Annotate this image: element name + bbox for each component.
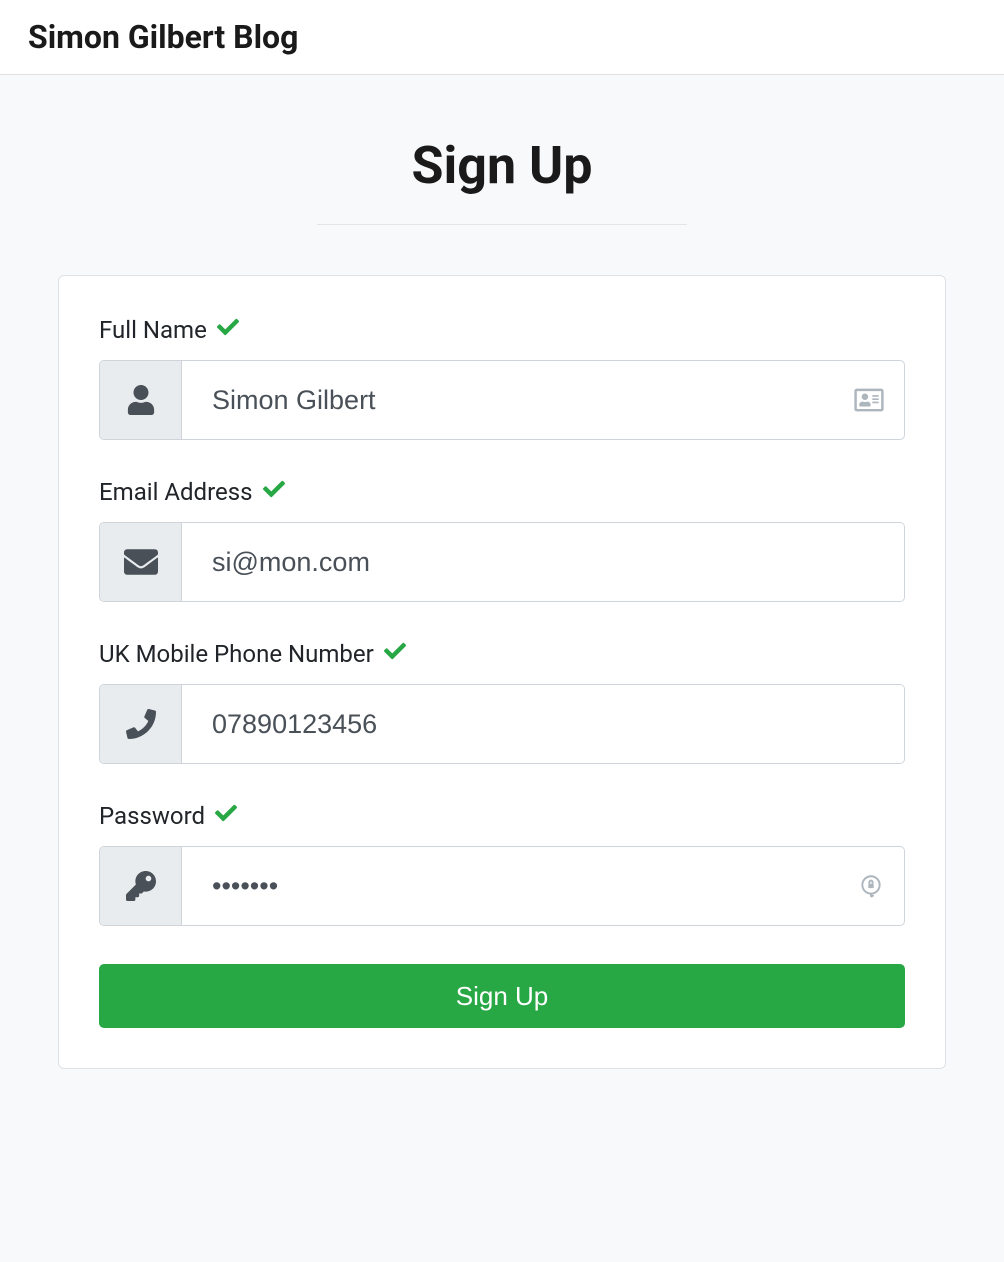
form-group-email: Email Address xyxy=(99,478,905,602)
password-input[interactable] xyxy=(182,847,858,925)
email-label-text: Email Address xyxy=(99,478,253,506)
envelope-icon xyxy=(100,523,182,601)
check-icon xyxy=(215,802,237,830)
navbar-brand[interactable]: Simon Gilbert Blog xyxy=(28,18,976,56)
phone-icon xyxy=(100,685,182,763)
form-group-fullname: Full Name xyxy=(99,316,905,440)
id-card-icon xyxy=(854,361,904,439)
email-input[interactable] xyxy=(182,523,904,601)
password-input-group xyxy=(99,846,905,926)
phone-label-text: UK Mobile Phone Number xyxy=(99,640,374,668)
email-input-group xyxy=(99,522,905,602)
phone-input-group xyxy=(99,684,905,764)
user-icon xyxy=(100,361,182,439)
page-title: Sign Up xyxy=(317,135,687,225)
check-icon xyxy=(217,316,239,344)
page-header: Sign Up xyxy=(20,135,984,225)
fullname-input[interactable] xyxy=(182,361,854,439)
navbar: Simon Gilbert Blog xyxy=(0,0,1004,75)
lock-circle-icon[interactable] xyxy=(858,847,904,925)
form-group-password: Password xyxy=(99,802,905,926)
check-icon xyxy=(263,478,285,506)
password-label: Password xyxy=(99,802,905,830)
check-icon xyxy=(384,640,406,668)
email-label: Email Address xyxy=(99,478,905,506)
fullname-input-group xyxy=(99,360,905,440)
signup-button[interactable]: Sign Up xyxy=(99,964,905,1028)
key-icon xyxy=(100,847,182,925)
signup-card: Full Name Email Address xyxy=(58,275,946,1069)
phone-label: UK Mobile Phone Number xyxy=(99,640,905,668)
fullname-label-text: Full Name xyxy=(99,316,207,344)
fullname-label: Full Name xyxy=(99,316,905,344)
form-group-phone: UK Mobile Phone Number xyxy=(99,640,905,764)
password-label-text: Password xyxy=(99,802,205,830)
phone-input[interactable] xyxy=(182,685,904,763)
